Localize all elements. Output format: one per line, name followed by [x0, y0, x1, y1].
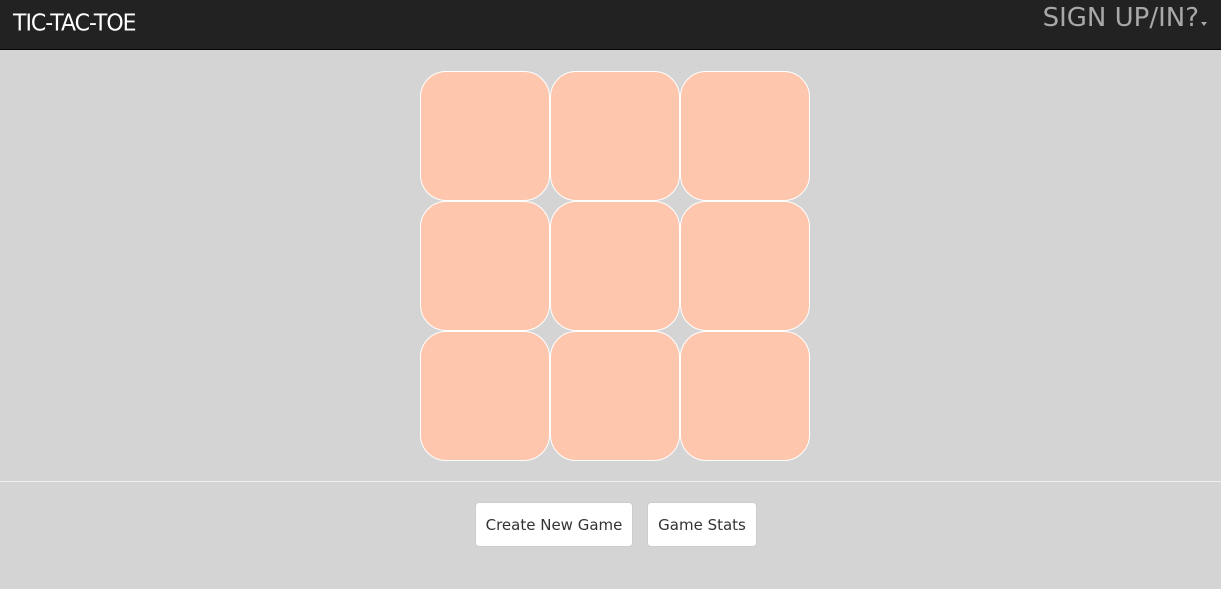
game-board [420, 71, 810, 461]
board-cell-7[interactable] [550, 331, 680, 461]
sign-up-in-dropdown[interactable]: SIGN UP/IN? [1043, 3, 1207, 33]
board-cell-3[interactable] [420, 201, 550, 331]
brand-title[interactable]: TIC-TAC-TOE [13, 10, 137, 36]
board-cell-5[interactable] [680, 201, 810, 331]
sign-up-in-label: SIGN UP/IN? [1042, 3, 1199, 33]
board-cell-1[interactable] [550, 71, 680, 201]
board-cell-4[interactable] [550, 201, 680, 331]
divider [0, 481, 1221, 482]
board-cell-8[interactable] [680, 331, 810, 461]
navbar: TIC-TAC-TOE SIGN UP/IN? [0, 0, 1221, 50]
board-cell-0[interactable] [420, 71, 550, 201]
create-new-game-button[interactable]: Create New Game [475, 502, 633, 547]
caret-down-icon [1201, 22, 1207, 26]
board-cell-6[interactable] [420, 331, 550, 461]
board-cell-2[interactable] [680, 71, 810, 201]
game-stats-button[interactable]: Game Stats [647, 502, 757, 547]
